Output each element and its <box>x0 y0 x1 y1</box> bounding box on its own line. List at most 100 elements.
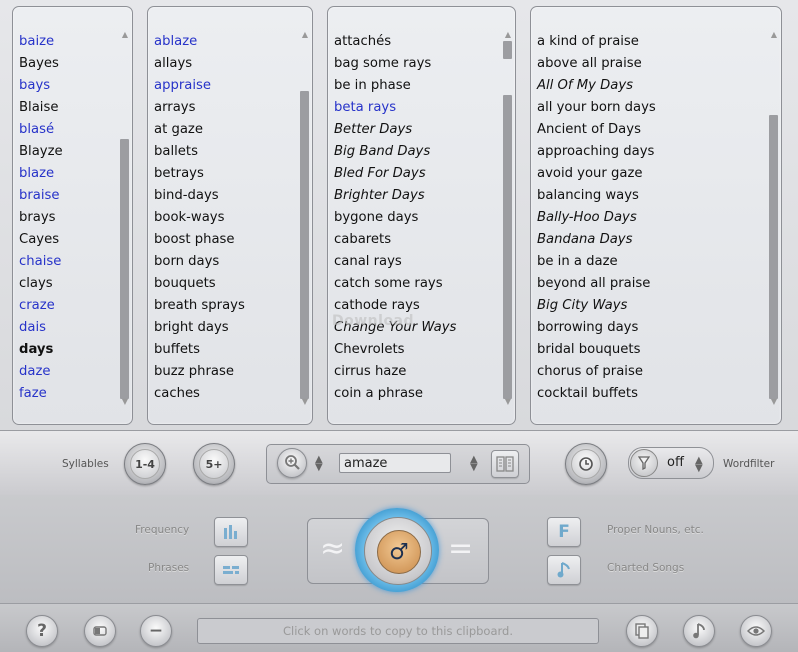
word-item[interactable]: breath sprays <box>154 295 245 317</box>
near-rhyme-symbol[interactable]: ≈ <box>320 532 345 566</box>
word-item[interactable]: beta rays <box>334 97 456 119</box>
scrollbar[interactable] <box>120 25 129 406</box>
word-item[interactable]: caches <box>154 383 245 405</box>
word-item[interactable]: attachés <box>334 31 456 53</box>
syllables-1-4-button[interactable]: 1-4 <box>124 443 166 485</box>
scroll-up-icon[interactable]: ▲ <box>302 31 308 39</box>
word-item[interactable]: coin a phrase <box>334 383 456 405</box>
clipboard-field[interactable]: Click on words to copy to this clipboard… <box>197 618 599 644</box>
word-item[interactable]: appraise <box>154 75 245 97</box>
history-knob[interactable] <box>565 443 607 485</box>
word-item[interactable]: above all praise <box>537 53 656 75</box>
word-item[interactable]: baize <box>19 31 63 53</box>
rhyme-knob[interactable]: ♂ <box>355 508 439 592</box>
syllables-5-plus-button[interactable]: 5+ <box>193 443 235 485</box>
word-item[interactable]: balancing ways <box>537 185 656 207</box>
word-item[interactable]: cabarets <box>334 229 456 251</box>
word-item[interactable]: a kind of praise <box>537 31 656 53</box>
word-item[interactable]: all your born days <box>537 97 656 119</box>
scrollbar[interactable] <box>503 25 512 406</box>
word-item[interactable]: daze <box>19 361 63 383</box>
word-item[interactable]: be in a daze <box>537 251 656 273</box>
scroll-down-icon[interactable]: ▼ <box>505 398 511 406</box>
word-item[interactable]: blaze <box>19 163 63 185</box>
wordfilter-toggle[interactable]: off ▲ ▼ <box>628 447 714 479</box>
search-stepper[interactable]: ▲ ▼ <box>470 455 478 473</box>
search-input[interactable] <box>339 453 451 473</box>
word-item[interactable]: blasé <box>19 119 63 141</box>
word-item[interactable]: chaise <box>19 251 63 273</box>
word-item[interactable]: bind-days <box>154 185 245 207</box>
word-item[interactable]: avoid your gaze <box>537 163 656 185</box>
word-item[interactable]: be in phase <box>334 75 456 97</box>
scroll-down-icon[interactable]: ▼ <box>122 398 128 406</box>
zoom-stepper[interactable]: ▲ ▼ <box>315 455 323 473</box>
word-item[interactable]: buffets <box>154 339 245 361</box>
word-item[interactable]: All Of My Days <box>537 75 656 97</box>
word-item[interactable]: days <box>19 339 63 361</box>
word-item[interactable]: ablaze <box>154 31 245 53</box>
word-item[interactable]: ballets <box>154 141 245 163</box>
scroll-up-icon[interactable]: ▲ <box>122 31 128 39</box>
word-item[interactable]: cirrus haze <box>334 361 456 383</box>
word-item[interactable]: at gaze <box>154 119 245 141</box>
perfect-rhyme-symbol[interactable]: = <box>448 532 473 566</box>
help-button[interactable]: ? <box>26 615 58 647</box>
wordfilter-stepper[interactable]: ▲ ▼ <box>695 456 703 474</box>
word-item[interactable]: betrays <box>154 163 245 185</box>
word-item[interactable]: boost phase <box>154 229 245 251</box>
word-item[interactable]: Ancient of Days <box>537 119 656 141</box>
scrollbar[interactable] <box>300 25 309 406</box>
word-item[interactable]: Bally-Hoo Days <box>537 207 656 229</box>
word-item[interactable]: Big City Ways <box>537 295 656 317</box>
word-item[interactable]: Bayes <box>19 53 63 75</box>
word-item[interactable]: Blaise <box>19 97 63 119</box>
phrases-button[interactable] <box>214 555 248 585</box>
word-item[interactable]: chorus of praise <box>537 361 656 383</box>
word-item[interactable]: born days <box>154 251 245 273</box>
minus-button[interactable]: − <box>140 615 172 647</box>
word-item[interactable]: Chevrolets <box>334 339 456 361</box>
preview-button[interactable] <box>740 615 772 647</box>
word-item[interactable]: book-ways <box>154 207 245 229</box>
word-item[interactable]: craze <box>19 295 63 317</box>
word-item[interactable]: dais <box>19 317 63 339</box>
word-item[interactable]: Blayze <box>19 141 63 163</box>
book-view-button[interactable] <box>491 450 519 478</box>
word-item[interactable]: canal rays <box>334 251 456 273</box>
toggle-button[interactable] <box>84 615 116 647</box>
proper-nouns-button[interactable]: F <box>547 517 581 547</box>
word-item[interactable]: brays <box>19 207 63 229</box>
word-item[interactable]: catch some rays <box>334 273 456 295</box>
scroll-down-icon[interactable]: ▼ <box>771 398 777 406</box>
word-item[interactable]: allays <box>154 53 245 75</box>
word-item[interactable]: Bandana Days <box>537 229 656 251</box>
word-item[interactable]: bouquets <box>154 273 245 295</box>
copy-button[interactable] <box>626 615 658 647</box>
scroll-up-icon[interactable]: ▲ <box>771 31 777 39</box>
word-item[interactable]: bag some rays <box>334 53 456 75</box>
word-item[interactable]: beyond all praise <box>537 273 656 295</box>
word-item[interactable]: Cayes <box>19 229 63 251</box>
word-item[interactable]: Brighter Days <box>334 185 456 207</box>
frequency-button[interactable] <box>214 517 248 547</box>
zoom-icon[interactable] <box>277 448 307 478</box>
word-item[interactable]: bygone days <box>334 207 456 229</box>
word-item[interactable]: clays <box>19 273 63 295</box>
word-item[interactable]: Better Days <box>334 119 456 141</box>
song-button[interactable] <box>683 615 715 647</box>
charted-songs-button[interactable] <box>547 555 581 585</box>
word-item[interactable]: bright days <box>154 317 245 339</box>
word-item[interactable]: cocktail buffets <box>537 383 656 405</box>
word-item[interactable]: braise <box>19 185 63 207</box>
scrollbar[interactable] <box>769 25 778 406</box>
word-item[interactable]: Bled For Days <box>334 163 456 185</box>
word-item[interactable]: buzz phrase <box>154 361 245 383</box>
scroll-down-icon[interactable]: ▼ <box>302 398 308 406</box>
word-item[interactable]: arrays <box>154 97 245 119</box>
word-item[interactable]: Big Band Days <box>334 141 456 163</box>
word-item[interactable]: approaching days <box>537 141 656 163</box>
word-item[interactable]: bays <box>19 75 63 97</box>
scroll-up-icon[interactable]: ▲ <box>505 31 511 39</box>
word-item[interactable]: faze <box>19 383 63 405</box>
